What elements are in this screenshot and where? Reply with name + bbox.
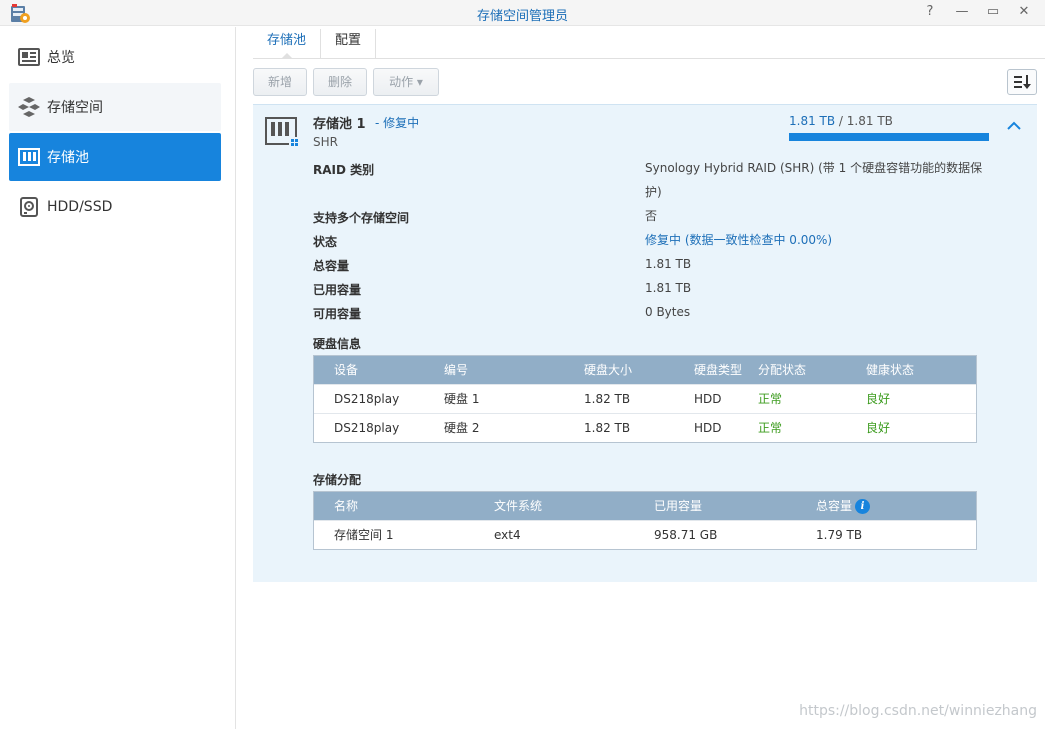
column-header[interactable]: 文件系统 [494,492,542,520]
disk-info-table: 设备 编号 硬盘大小 硬盘类型 分配状态 健康状态 DS218play 硬盘 1… [313,355,977,443]
column-header[interactable]: 已用容量 [654,492,702,520]
cell-health-status: 良好 [866,421,891,435]
property-value: 1.81 TB [645,257,692,271]
disk-info-title: 硬盘信息 [313,337,362,351]
sort-button[interactable] [1007,69,1037,95]
capacity-used: 1.81 TB [789,114,836,128]
sidebar-item-storage-pool[interactable]: 存储池 [9,133,221,181]
property-label: 状态 [313,235,338,249]
cell-name: 存储空间 1 [334,528,394,542]
chevron-up-icon[interactable] [1007,119,1021,133]
overview-icon [18,46,40,68]
action-dropdown-button[interactable]: 动作 ▾ [373,68,439,96]
cell-allocation-status: 正常 [758,392,783,406]
property-label: 总容量 [313,259,350,273]
sidebar-item-volume[interactable]: 存储空间 [9,83,221,131]
tab-storage-pool[interactable]: 存储池 [253,29,322,59]
table-row[interactable]: DS218play 硬盘 1 1.82 TB HDD 正常 良好 [314,384,976,413]
column-header[interactable]: 硬盘类型 [694,356,742,384]
storage-allocation-title: 存储分配 [313,473,362,487]
cell-allocation-status: 正常 [758,421,783,435]
column-header[interactable]: 分配状态 [758,356,806,384]
capacity-text: 1.81 TB / 1.81 TB [789,114,893,128]
column-header[interactable]: 名称 [334,492,358,520]
sidebar-item-hdd-ssd[interactable]: HDD/SSD [9,183,221,231]
storage-allocation-table: 名称 文件系统 已用容量 总容量 i 存储空间 1 ext4 958.71 GB … [313,491,977,550]
sidebar: 总览 存储空间 存储池 HDD/SSD [0,27,236,729]
property-value: Synology Hybrid RAID (SHR) (带 1 个硬盘容错功能的… [645,161,983,199]
cell-total-capacity: 1.79 TB [816,528,863,542]
tab-bar: 存储池 配置 [253,29,377,59]
window-title: 存储空间管理员 [476,9,568,24]
hdd-icon [18,196,40,218]
property-label: RAID 类别 [313,163,375,177]
column-header[interactable]: 编号 [444,356,468,384]
capacity-bar-fill [789,133,989,141]
cell-number: 硬盘 1 [444,392,480,406]
sidebar-item-label: 存储池 [47,150,89,166]
capacity-bar [789,133,989,141]
cell-size: 1.82 TB [584,421,631,435]
cell-used-capacity: 958.71 GB [654,528,718,542]
column-header[interactable]: 设备 [334,356,358,384]
title-bar: 存储空间管理员 ? — ▭ ✕ [0,0,1045,26]
column-header-total-capacity[interactable]: 总容量 i [816,492,871,520]
cell-size: 1.82 TB [584,392,631,406]
pool-status: - 修复中 [375,116,420,130]
table-header: 名称 文件系统 已用容量 总容量 i [314,492,976,520]
property-value: 修复中 (数据一致性检查中 0.00%) [645,233,833,247]
help-button[interactable]: ? [922,4,938,20]
pool-type: SHR [313,135,338,149]
volume-icon [18,96,40,118]
property-value: 0 Bytes [645,305,691,319]
property-value: 1.81 TB [645,281,692,295]
capacity-total: 1.81 TB [846,114,893,128]
column-header[interactable]: 健康状态 [866,356,914,384]
info-icon[interactable]: i [855,499,871,514]
sidebar-item-label: 总览 [47,50,75,66]
storage-pool-icon [18,146,40,168]
cell-device: DS218play [334,421,400,435]
main-panel: 存储池 配置 新增 删除 动作 ▾ 存储池 1 - 修复中 SHR 1.81 T… [237,27,1045,729]
property-label: 已用容量 [313,283,362,297]
cell-number: 硬盘 2 [444,421,480,435]
table-row[interactable]: 存储空间 1 ext4 958.71 GB 1.79 TB [314,520,976,549]
close-button[interactable]: ✕ [1016,4,1032,20]
property-label: 支持多个存储空间 [313,211,410,225]
property-label: 可用容量 [313,307,362,321]
cell-type: HDD [694,421,722,435]
pool-name: 存储池 1 [313,117,366,132]
sort-icon [1014,75,1031,89]
watermark: https://blog.csdn.net/winniezhang [799,703,1037,719]
cell-filesystem: ext4 [494,528,521,542]
table-row[interactable]: DS218play 硬盘 2 1.82 TB HDD 正常 良好 [314,413,976,442]
tab-configuration[interactable]: 配置 [321,29,377,59]
sidebar-item-label: 存储空间 [47,100,103,116]
capacity-separator: / [835,114,847,128]
cell-type: HDD [694,392,722,406]
property-value: 否 [645,209,658,223]
cell-device: DS218play [334,392,400,406]
cell-health-status: 良好 [866,392,891,406]
storage-pool-panel[interactable]: 存储池 1 - 修复中 SHR 1.81 TB / 1.81 TB RAID 类… [253,104,1037,582]
column-header[interactable]: 硬盘大小 [584,356,632,384]
create-button[interactable]: 新增 [253,68,307,96]
storage-pool-icon [265,117,299,147]
sidebar-item-overview[interactable]: 总览 [9,33,221,81]
tab-divider [253,58,1045,59]
minimize-button[interactable]: — [954,4,970,20]
column-header: 总容量 [816,499,853,513]
table-header: 设备 编号 硬盘大小 硬盘类型 分配状态 健康状态 [314,356,976,384]
delete-button[interactable]: 删除 [313,68,367,96]
maximize-button[interactable]: ▭ [985,4,1001,20]
sidebar-item-label: HDD/SSD [47,199,113,215]
